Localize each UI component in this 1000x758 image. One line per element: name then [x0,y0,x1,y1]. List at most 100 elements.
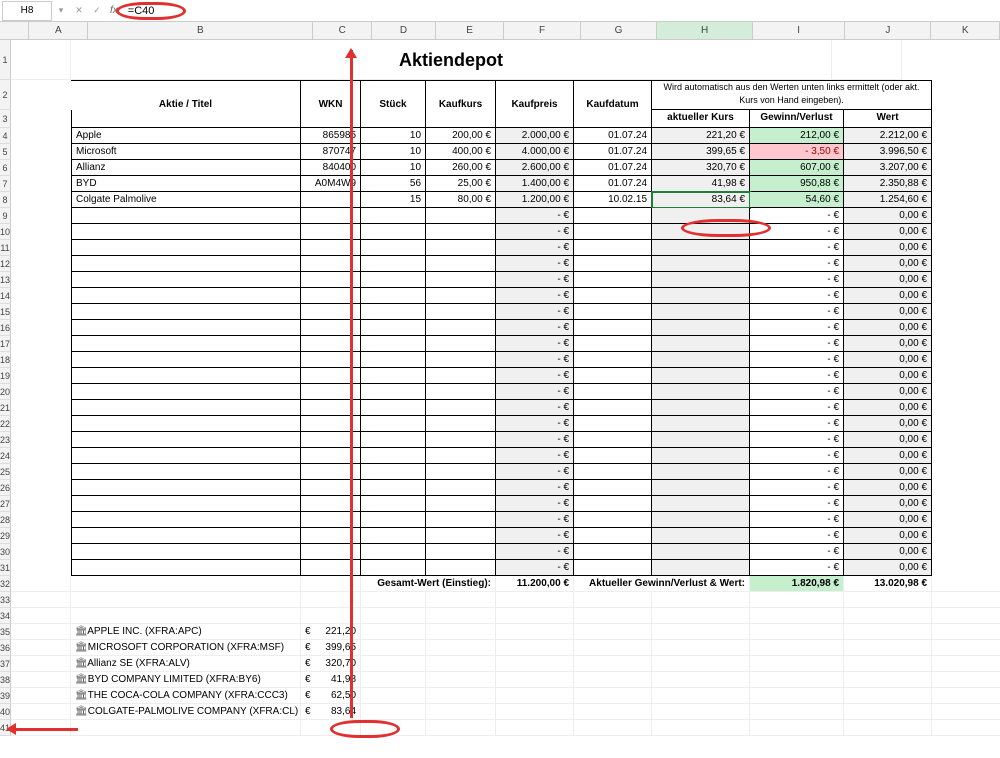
row-header[interactable]: 34 [0,608,11,624]
cell[interactable] [652,256,750,272]
cell[interactable] [932,544,1000,560]
cell[interactable] [11,480,71,496]
cell[interactable] [932,144,1000,160]
cell[interactable] [426,352,496,368]
cell[interactable] [496,672,574,688]
cell[interactable]: €221,20 [301,624,361,640]
cell[interactable]: 3.207,00 € [844,160,932,176]
cell[interactable] [932,352,1000,368]
cell[interactable]: 399,65 € [652,144,750,160]
cell[interactable]: €41,98 [301,672,361,688]
cell[interactable]: - € [750,496,844,512]
cell[interactable]: 0,00 € [844,208,932,224]
col-header[interactable]: E [436,22,505,39]
cell[interactable]: - € [496,448,574,464]
cell[interactable] [301,288,361,304]
cell[interactable] [932,560,1000,576]
cell[interactable] [932,720,1000,736]
cell[interactable]: 41,98 € [652,176,750,192]
cell[interactable]: Microsoft [71,144,301,160]
cell[interactable] [574,208,652,224]
cell[interactable] [301,496,361,512]
cell[interactable] [932,80,1000,110]
cell[interactable] [496,624,574,640]
cell[interactable] [932,192,1000,208]
cell[interactable] [11,688,71,704]
cell[interactable] [426,672,496,688]
cell[interactable]: - € [750,288,844,304]
cell[interactable] [426,560,496,576]
cell[interactable] [11,110,71,128]
cell[interactable]: - € [496,288,574,304]
cell[interactable] [496,592,574,608]
cell[interactable]: 10 [361,160,426,176]
cell[interactable]: 2.000,00 € [496,128,574,144]
cell[interactable] [496,656,574,672]
row-header[interactable]: 1 [0,40,11,80]
confirm-icon[interactable]: ✓ [88,5,106,16]
cell[interactable] [361,336,426,352]
cell[interactable]: - € [750,416,844,432]
cell[interactable] [652,608,750,624]
cell[interactable] [11,608,71,624]
cell[interactable] [652,656,750,672]
cell[interactable] [426,336,496,352]
cell[interactable] [932,240,1000,256]
cell[interactable] [11,464,71,480]
cell[interactable]: 🏛 MICROSOFT CORPORATION (XFRA:MSF) [71,640,301,656]
cell[interactable] [932,448,1000,464]
cell[interactable] [426,208,496,224]
cell[interactable] [11,448,71,464]
cell[interactable] [574,640,652,656]
cell[interactable] [844,608,932,624]
cell[interactable] [11,208,71,224]
cell[interactable] [301,352,361,368]
cell[interactable]: 🏛 Allianz SE (XFRA:ALV) [71,656,301,672]
cell[interactable] [496,608,574,624]
formula-input[interactable]: =C40 [122,5,1000,17]
cell[interactable] [652,336,750,352]
name-box[interactable]: H8 [2,1,52,21]
cell[interactable] [361,352,426,368]
cell[interactable] [361,496,426,512]
cell[interactable]: - € [496,384,574,400]
cell[interactable] [301,400,361,416]
cell[interactable]: - € [496,240,574,256]
cell[interactable]: €62,50 [301,688,361,704]
cell[interactable] [574,384,652,400]
cell[interactable] [301,592,361,608]
cell[interactable] [652,384,750,400]
cell[interactable]: Gewinn/Verlust [750,110,844,128]
cell[interactable]: 🏛 THE COCA-COLA COMPANY (XFRA:CCC3) [71,688,301,704]
cell[interactable] [932,704,1000,720]
cell[interactable] [301,544,361,560]
cell[interactable] [301,272,361,288]
cell[interactable] [574,272,652,288]
cell[interactable] [11,384,71,400]
cell[interactable] [574,336,652,352]
cell[interactable] [574,352,652,368]
cell[interactable]: 0,00 € [844,560,932,576]
cell[interactable] [11,640,71,656]
cell[interactable] [574,240,652,256]
cell[interactable]: 0,00 € [844,272,932,288]
cell[interactable] [932,272,1000,288]
cell[interactable] [574,528,652,544]
cell[interactable] [301,384,361,400]
cell[interactable] [361,224,426,240]
cell[interactable] [11,672,71,688]
cell[interactable]: - € [496,416,574,432]
cell[interactable] [426,544,496,560]
cell[interactable] [11,416,71,432]
cell[interactable] [11,240,71,256]
cell[interactable] [574,496,652,512]
cell[interactable] [71,240,301,256]
row-header[interactable]: 30 [0,544,11,560]
cell[interactable] [750,608,844,624]
cell[interactable] [652,672,750,688]
cell[interactable] [301,528,361,544]
cell[interactable]: 200,00 € [426,128,496,144]
cell[interactable] [932,528,1000,544]
cell[interactable] [652,368,750,384]
cell[interactable] [932,128,1000,144]
